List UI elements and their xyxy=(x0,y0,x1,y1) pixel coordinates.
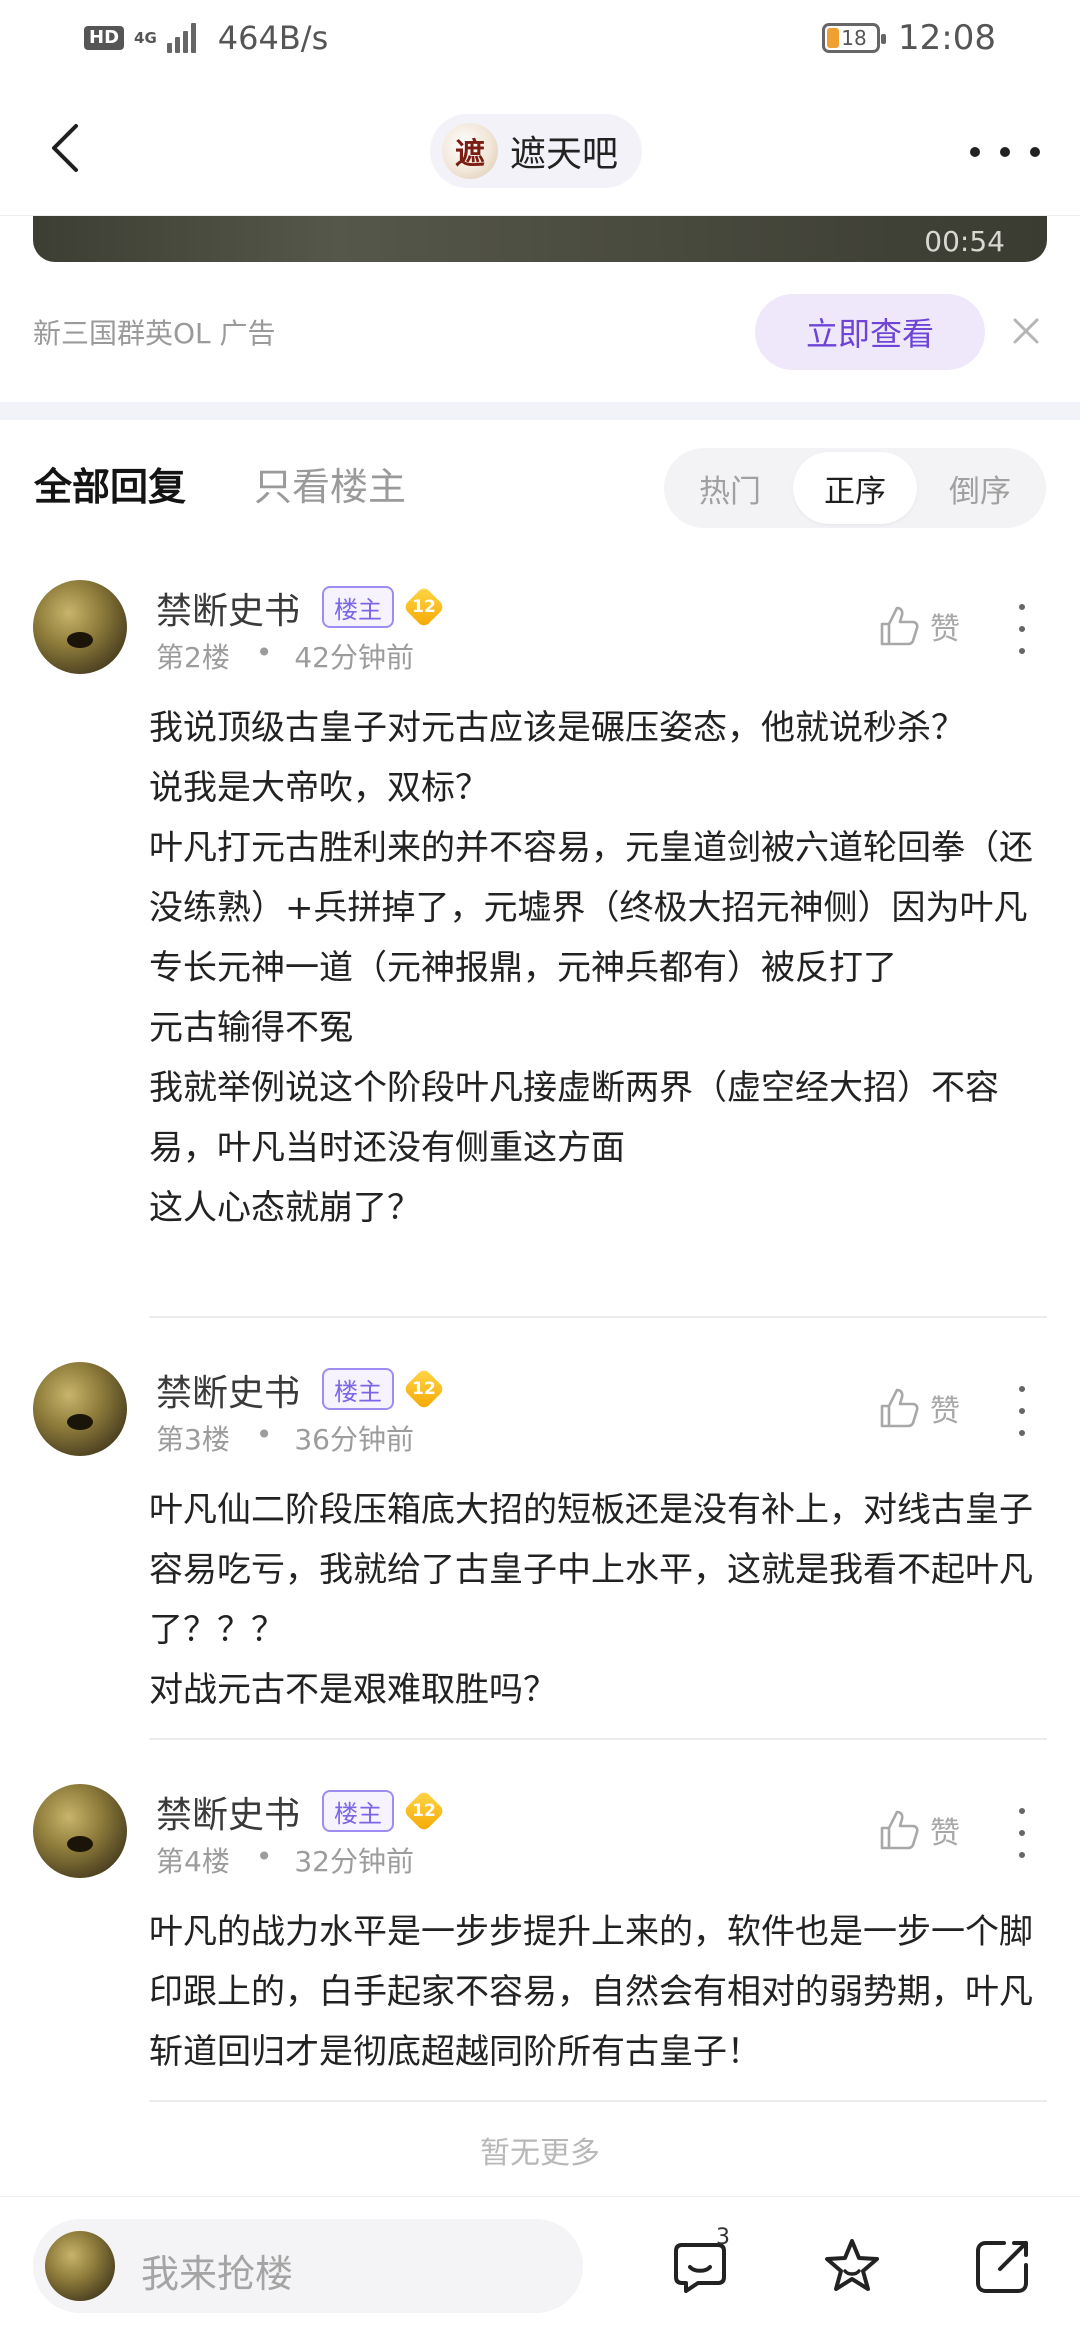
more-options-button[interactable] xyxy=(970,132,1040,172)
level-badge-icon: 12 xyxy=(402,585,446,629)
post-meta: 第3楼 • 36分钟前 xyxy=(156,1418,414,1456)
like-label: 赞 xyxy=(930,1394,960,1429)
tab-all-replies[interactable]: 全部回复 xyxy=(34,456,186,511)
signal-icon xyxy=(166,23,196,53)
avatar xyxy=(45,2231,115,2301)
comment-count-badge: 3 xyxy=(716,2225,730,2250)
more-dot-icon xyxy=(1000,147,1010,157)
reply-placeholder: 我来抢楼 xyxy=(141,2252,294,2296)
like-button[interactable]: 赞 xyxy=(878,604,960,648)
owner-tag: 楼主 xyxy=(322,586,394,628)
back-button[interactable] xyxy=(40,118,90,178)
hd-badge: HD xyxy=(84,26,125,50)
ad-info-row: 新三国群英OL 广告 立即查看 xyxy=(33,292,1047,372)
post-meta: 第2楼 • 42分钟前 xyxy=(156,636,414,674)
ad-video[interactable]: 00:54 xyxy=(33,216,1047,262)
ad-video-time: 00:54 xyxy=(924,225,1005,258)
forum-logo: 遮 xyxy=(442,123,498,179)
level-badge-icon: 12 xyxy=(402,1367,446,1411)
top-nav: 遮 遮天吧 xyxy=(0,80,1080,216)
status-bar: HD 4G 464B/s 18 12:08 xyxy=(0,0,1080,80)
post-meta: 第4楼 • 32分钟前 xyxy=(156,1840,414,1878)
like-button[interactable]: 赞 xyxy=(878,1386,960,1430)
post-time: 42分钟前 xyxy=(294,641,414,674)
divider xyxy=(149,1316,1047,1318)
battery-level: 18 xyxy=(841,26,867,50)
thumbs-up-icon xyxy=(880,1810,919,1850)
reply-content: 我说顶级古皇子对元古应该是碾压姿态，他就说秒杀？ 说我是大帝吹，双标？ 叶凡打元… xyxy=(149,708,1033,1228)
floor-number: 第4楼 xyxy=(156,1845,230,1878)
level-number: 12 xyxy=(412,1801,436,1821)
like-button[interactable]: 赞 xyxy=(878,1808,960,1852)
username[interactable]: 禁断史书 xyxy=(156,1786,300,1838)
level-badge-icon: 12 xyxy=(402,1789,446,1833)
like-label: 赞 xyxy=(930,612,960,647)
level-number: 12 xyxy=(412,1379,436,1399)
reply-content: 叶凡的战力水平是一步步提升上来的，软件也是一步一个脚印跟上的，白手起家不容易，自… xyxy=(149,1912,1033,2072)
level-number: 12 xyxy=(412,597,436,617)
floor-number: 第2楼 xyxy=(156,641,230,674)
post-time: 36分钟前 xyxy=(294,1423,414,1456)
battery-icon: 18 xyxy=(822,23,887,53)
reply-filter-bar: 全部回复 只看楼主 热门 正序 倒序 xyxy=(0,420,1080,550)
sort-ascending[interactable]: 正序 xyxy=(793,452,917,524)
ad-view-now-button[interactable]: 立即查看 xyxy=(755,294,985,370)
status-right: 18 12:08 xyxy=(822,16,996,60)
thumbs-up-icon xyxy=(880,606,919,646)
post-time: 32分钟前 xyxy=(294,1845,414,1878)
section-separator xyxy=(0,402,1080,420)
reply-content: 叶凡仙二阶段压箱底大招的短板还是没有补上，对线古皇子容易吃亏，我就给了古皇子中上… xyxy=(149,1490,1033,1710)
clock: 12:08 xyxy=(898,18,996,58)
reply-input[interactable]: 我来抢楼 xyxy=(33,2219,583,2313)
sort-descending[interactable]: 倒序 xyxy=(918,452,1042,524)
floor-number: 第3楼 xyxy=(156,1423,230,1456)
post-more-button[interactable] xyxy=(1014,1386,1030,1436)
username[interactable]: 禁断史书 xyxy=(156,1364,300,1416)
avatar[interactable] xyxy=(33,1362,127,1456)
tab-owner-only[interactable]: 只看楼主 xyxy=(254,456,406,511)
network-type: 4G xyxy=(134,29,157,47)
status-left: HD 4G 464B/s xyxy=(84,16,328,60)
sort-segmented-control: 热门 正序 倒序 xyxy=(664,448,1046,528)
no-more-label: 暂无更多 xyxy=(480,2136,600,2171)
divider xyxy=(149,1738,1047,1740)
post-more-button[interactable] xyxy=(1014,1808,1030,1858)
ad-source-label: 新三国群英OL 广告 xyxy=(33,317,276,350)
more-dot-icon xyxy=(970,147,980,157)
owner-tag: 楼主 xyxy=(322,1790,394,1832)
owner-tag: 楼主 xyxy=(322,1368,394,1410)
more-dot-icon xyxy=(1030,147,1040,157)
bottom-reply-bar: 我来抢楼 3 xyxy=(0,2196,1080,2340)
star-icon[interactable] xyxy=(820,2235,884,2299)
thumbs-up-icon xyxy=(880,1388,919,1428)
forum-name: 遮天吧 xyxy=(510,134,619,175)
username[interactable]: 禁断史书 xyxy=(156,582,300,634)
back-arrow-icon xyxy=(52,124,78,172)
close-icon[interactable] xyxy=(1005,310,1047,352)
forum-chip[interactable]: 遮 遮天吧 xyxy=(430,114,643,188)
network-speed: 464B/s xyxy=(217,19,329,57)
sort-hot[interactable]: 热门 xyxy=(668,452,792,524)
share-icon[interactable] xyxy=(970,2235,1034,2299)
like-label: 赞 xyxy=(930,1816,960,1851)
avatar[interactable] xyxy=(33,1784,127,1878)
divider xyxy=(149,2100,1047,2102)
post-more-button[interactable] xyxy=(1014,604,1030,654)
avatar[interactable] xyxy=(33,580,127,674)
